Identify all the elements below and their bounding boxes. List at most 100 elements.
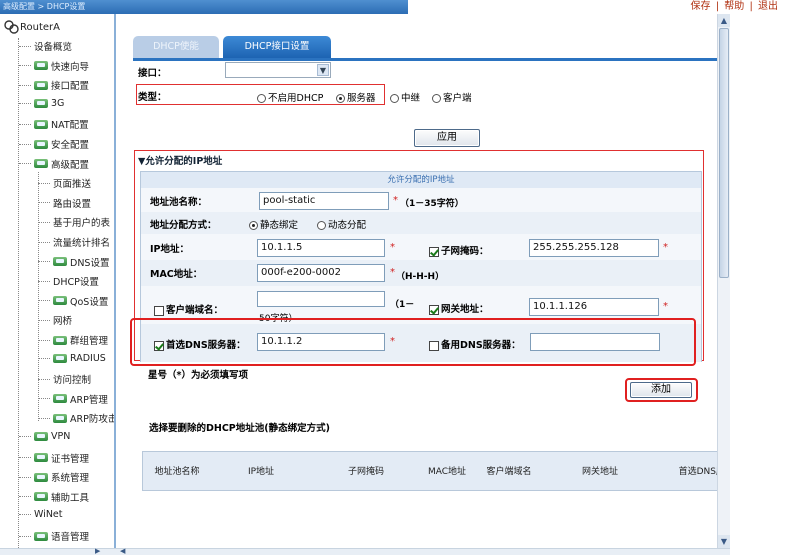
sidebar-item[interactable]: 高级配置: [19, 157, 89, 171]
alloc-static-option[interactable]: 静态绑定: [249, 217, 298, 231]
sidebar-item-label: 设备概览: [34, 42, 73, 53]
sidebar-item[interactable]: 访问控制: [38, 372, 91, 386]
client-hint-a: （1－: [390, 300, 415, 310]
type-option-client[interactable]: 客户端: [432, 90, 472, 104]
sidebar-item[interactable]: NAT配置: [19, 117, 89, 131]
tab-dhcp-interface[interactable]: DHCP接口设置: [223, 36, 331, 58]
alloc-dynamic-option[interactable]: 动态分配: [317, 217, 366, 231]
sidebar-item-label: ARP防攻击: [70, 414, 116, 426]
mac-label: MAC地址：: [150, 269, 203, 280]
sidebar-item[interactable]: 群组管理: [38, 333, 108, 347]
scroll-up-icon[interactable]: ▲: [718, 14, 730, 27]
sidebar-item[interactable]: 3G: [19, 98, 64, 109]
mask-checkbox[interactable]: 子网掩码：: [429, 243, 489, 257]
sidebar-item[interactable]: 系统管理: [19, 470, 89, 484]
vertical-scrollbar[interactable]: ▲ ▼: [717, 14, 730, 548]
tree-connector: [38, 417, 50, 419]
folder-icon: [34, 80, 48, 90]
add-button[interactable]: 添加: [630, 382, 692, 398]
gateway-checkbox[interactable]: 网关地址：: [429, 301, 489, 315]
mask-input[interactable]: 255.255.255.128: [529, 239, 659, 257]
folder-icon: [34, 531, 48, 541]
gateway-label: 网关地址：: [441, 304, 489, 315]
sidebar-item[interactable]: WiNet: [19, 509, 63, 520]
tree-connector: [19, 123, 31, 125]
sidebar-item[interactable]: 页面推送: [38, 176, 91, 190]
radio-icon: [432, 94, 441, 103]
interface-select[interactable]: ▼: [225, 62, 331, 78]
sidebar-item[interactable]: 流量统计排名: [38, 235, 110, 249]
alloc-option-label: 动态分配: [328, 220, 367, 231]
ip-row: IP地址： 10.1.1.5 * 子网掩码： 255.255.255.128 *: [141, 234, 701, 260]
client-checkbox[interactable]: 客户端域名：: [154, 302, 223, 316]
tree-connector: [19, 65, 31, 67]
sidebar-item-label: 系统管理: [51, 473, 90, 485]
apply-button[interactable]: 应用: [414, 129, 480, 147]
mac-input[interactable]: 000f-e200-0002: [257, 264, 385, 282]
tree-connector: [19, 476, 31, 478]
sidebar-item[interactable]: QoS设置: [38, 294, 108, 308]
type-option-label: 中继: [401, 93, 421, 104]
client-input[interactable]: [257, 291, 385, 307]
sidebar-item[interactable]: 辅助工具: [19, 490, 89, 504]
folder-icon: [34, 432, 48, 441]
sidebar-item-label: DHCP设置: [53, 277, 99, 289]
sidebar-item[interactable]: 快速向导: [19, 59, 89, 73]
sidebar-item[interactable]: DNS设置: [38, 255, 109, 269]
sidebar-item[interactable]: RADIUS: [38, 353, 106, 364]
type-option-server[interactable]: 服务器: [336, 90, 376, 104]
sidebar-item[interactable]: DHCP设置: [38, 274, 99, 288]
sidebar-item-label: 快速向导: [51, 61, 90, 73]
sidebar-item[interactable]: 路由设置: [38, 196, 91, 210]
scroll-down-icon[interactable]: ▼: [718, 535, 730, 548]
sidebar-item[interactable]: VPN: [19, 431, 70, 442]
type-option-relay[interactable]: 中继: [390, 90, 420, 104]
column-header: 客户端域名: [486, 466, 532, 477]
scroll-right-icon[interactable]: ▶: [95, 548, 100, 555]
tree-connector: [38, 241, 50, 243]
sidebar-item-label: 页面推送: [53, 179, 92, 191]
tree-connector: [38, 319, 50, 321]
horizontal-scrollbar[interactable]: ▶ ◀: [0, 548, 730, 555]
tree-connector: [19, 163, 31, 165]
required-mark: *: [393, 195, 398, 206]
ip-label: IP地址：: [150, 244, 189, 255]
top-bar: 高级配置 > DHCP设置 保存 | 帮助 | 退出: [0, 0, 785, 14]
sidebar-item[interactable]: 接口配置: [19, 78, 89, 92]
tree-connector: [38, 378, 50, 380]
required-mark: *: [390, 242, 395, 253]
sidebar-item[interactable]: 基于用户的表: [38, 215, 110, 229]
sidebar-item-label: RADIUS: [70, 352, 106, 364]
type-option-label: 服务器: [347, 93, 376, 104]
sidebar-item[interactable]: ARP防攻击: [38, 411, 116, 426]
tree-root[interactable]: RouterA: [4, 20, 60, 34]
tab-dhcp-enable[interactable]: DHCP使能: [133, 36, 219, 58]
type-option-disabled[interactable]: 不启用DHCP: [257, 90, 323, 104]
sidebar-item-label: WiNet: [34, 509, 63, 521]
scroll-thumb[interactable]: [719, 28, 729, 278]
sidebar-item[interactable]: ARP管理: [38, 392, 108, 406]
pool-name-input[interactable]: pool-static: [259, 192, 389, 210]
sidebar-item-label: 安全配置: [51, 140, 90, 151]
save-link[interactable]: 保存: [691, 1, 711, 12]
sidebar-item[interactable]: 语音管理: [19, 529, 89, 543]
scroll-left-icon[interactable]: ◀: [120, 548, 125, 555]
sidebar-item[interactable]: 安全配置: [19, 137, 89, 151]
sidebar-item[interactable]: 网桥: [38, 313, 72, 327]
mac-hint: （H-H-H）: [396, 272, 445, 282]
type-option-label: 不启用DHCP: [268, 93, 324, 104]
gateway-input[interactable]: 10.1.1.126: [529, 298, 659, 316]
logout-link[interactable]: 退出: [758, 1, 778, 12]
help-link[interactable]: 帮助: [724, 1, 744, 12]
ip-input[interactable]: 10.1.1.5: [257, 239, 385, 257]
folder-icon: [53, 413, 67, 423]
pool-section-title[interactable]: ▼允许分配的IP地址: [138, 153, 222, 167]
sidebar-item[interactable]: 证书管理: [19, 451, 89, 465]
folder-icon: [34, 98, 48, 108]
sidebar-item-label: 3G: [51, 97, 65, 109]
sidebar-item[interactable]: 设备概览: [19, 39, 72, 53]
tree-connector: [19, 496, 31, 498]
pool-name-label: 地址池名称：: [150, 197, 208, 208]
pool-panel-header: 允许分配的IP地址: [141, 172, 701, 188]
interface-label: 接口：: [138, 68, 167, 79]
